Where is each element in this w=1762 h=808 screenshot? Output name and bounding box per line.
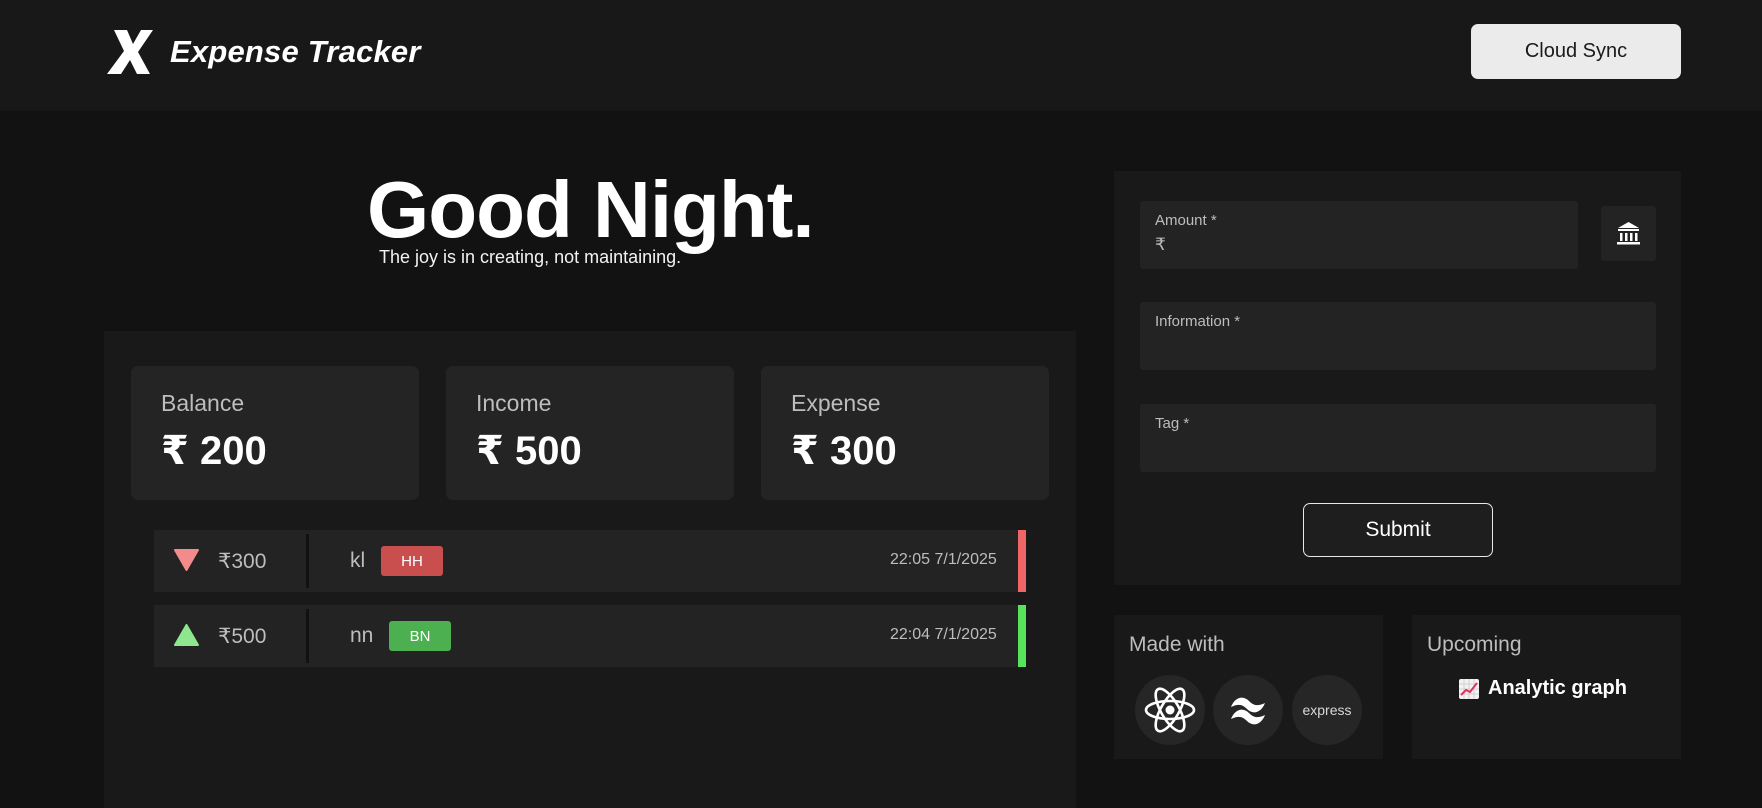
income-card: Income ₹ 500 xyxy=(446,366,734,500)
upcoming-item-label: Analytic graph xyxy=(1488,677,1627,699)
amount-field[interactable]: Amount * ₹ xyxy=(1140,201,1578,269)
tailwind-icon xyxy=(1213,675,1283,745)
greeting-heading: Good Night. xyxy=(367,165,815,254)
made-with-card: Made with express xyxy=(1114,615,1383,759)
tag-input[interactable] xyxy=(1155,434,1539,466)
app-header: Expense Tracker Cloud Sync xyxy=(0,0,1762,111)
x-logo-icon xyxy=(107,30,153,74)
transaction-amount: ₹500 xyxy=(218,625,267,648)
made-with-title: Made with xyxy=(1129,633,1225,656)
income-value: ₹ 500 xyxy=(476,429,582,473)
transaction-divider xyxy=(306,609,309,663)
express-icon: express xyxy=(1292,675,1362,745)
up-triangle-icon xyxy=(174,624,199,646)
express-logo-text: express xyxy=(1302,702,1351,718)
expense-card: Expense ₹ 300 xyxy=(761,366,1049,500)
bank-icon xyxy=(1617,222,1640,245)
currency-prefix: ₹ xyxy=(1155,235,1166,254)
upcoming-card: Upcoming Analytic graph xyxy=(1412,615,1681,759)
cloud-sync-button[interactable]: Cloud Sync xyxy=(1471,24,1681,79)
transaction-tag: BN xyxy=(389,621,451,651)
balance-card: Balance ₹ 200 xyxy=(131,366,419,500)
chart-increasing-icon xyxy=(1459,678,1479,699)
upcoming-item: Analytic graph xyxy=(1458,677,1627,700)
transaction-amount: ₹300 xyxy=(218,550,267,573)
information-field[interactable]: Information * xyxy=(1140,302,1656,370)
balance-label: Balance xyxy=(161,390,245,416)
income-label: Income xyxy=(476,390,552,416)
information-input[interactable] xyxy=(1155,332,1539,364)
transaction-time: 22:04 7/1/2025 xyxy=(890,626,997,643)
transaction-type-bar xyxy=(1018,605,1026,667)
transaction-info: kl xyxy=(350,549,366,572)
expense-label: Expense xyxy=(791,390,881,416)
greeting-quote: The joy is in creating, not maintaining. xyxy=(379,247,682,267)
amount-label: Amount * xyxy=(1155,212,1217,229)
tag-field[interactable]: Tag * xyxy=(1140,404,1656,472)
tag-label: Tag * xyxy=(1155,415,1190,432)
upcoming-title: Upcoming xyxy=(1427,633,1522,656)
transaction-row[interactable]: ₹500 nn BN 22:04 7/1/2025 xyxy=(154,605,1026,667)
transaction-tag: HH xyxy=(381,546,443,576)
information-label: Information * xyxy=(1155,313,1241,330)
transaction-info: nn xyxy=(350,624,374,647)
expense-value: ₹ 300 xyxy=(791,429,897,473)
submit-button[interactable]: Submit xyxy=(1303,503,1493,557)
react-icon xyxy=(1135,675,1205,745)
transaction-divider xyxy=(306,534,309,588)
bank-button[interactable] xyxy=(1601,206,1656,261)
app-logo[interactable]: Expense Tracker xyxy=(104,28,421,76)
transaction-row[interactable]: ₹300 kl HH 22:05 7/1/2025 xyxy=(154,530,1026,592)
transaction-type-bar xyxy=(1018,530,1026,592)
balance-value: ₹ 200 xyxy=(161,429,267,473)
amount-input[interactable] xyxy=(1174,231,1558,263)
transaction-time: 22:05 7/1/2025 xyxy=(890,551,997,568)
app-title: Expense Tracker xyxy=(170,34,421,69)
down-triangle-icon xyxy=(174,549,199,571)
